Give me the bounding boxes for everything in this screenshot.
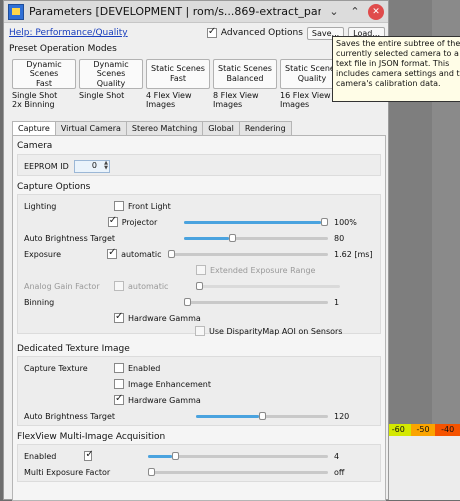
front-light-checkbox[interactable]	[114, 201, 124, 211]
scale-label: -60	[386, 424, 411, 436]
flexview-enabled-checkbox[interactable]	[84, 449, 93, 461]
preset-desc: 8 Flex View Images	[213, 91, 259, 109]
tab-rendering[interactable]: Rendering	[238, 121, 292, 135]
multi-exposure-value: off	[334, 467, 345, 477]
multi-exposure-slider[interactable]	[148, 468, 328, 476]
eeprom-label: EEPROM ID	[24, 161, 69, 171]
texture-auto-brightness-label: Auto Brightness Target	[24, 411, 116, 421]
disparity-aoi-label: Use DisparityMap AOI on Sensors	[209, 326, 343, 336]
advanced-options-checkbox[interactable]	[206, 26, 217, 38]
camera-group: EEPROM ID 0 ▲ ▼	[17, 154, 381, 176]
projector-slider[interactable]	[184, 218, 328, 226]
analog-gain-slider[interactable]	[196, 282, 340, 290]
preset-button[interactable]: Static Scenes Balanced	[213, 59, 277, 89]
flexview-images-value: 4	[334, 451, 340, 461]
texture-auto-brightness-value: 120	[334, 411, 350, 421]
titlebar: Parameters [DEVELOPMENT | rom/s...869-ex…	[4, 1, 388, 23]
preset-desc: 4 Flex View Images	[146, 91, 192, 109]
preset-button[interactable]: Static Scenes Fast	[146, 59, 210, 89]
auto-brightness-value: 80	[334, 233, 345, 243]
binning-value: 1	[334, 297, 340, 307]
scale-label: -50	[410, 424, 436, 436]
image-enhancement-checkbox[interactable]	[114, 379, 124, 389]
background-panel	[386, 436, 460, 500]
top-toolbar: Help: Performance/Quality Advanced Optio…	[9, 26, 385, 40]
exposure-auto-label: automatic	[121, 249, 162, 259]
help-link[interactable]: Help: Performance/Quality	[9, 28, 128, 38]
close-icon[interactable]: ✕	[368, 3, 384, 20]
dedicated-texture-group: Capture Texture Enabled Image Enhancemen…	[17, 356, 381, 426]
save-tooltip: Saves the entire subtree of the currentl…	[332, 36, 460, 102]
section-title: Capture Options	[17, 182, 91, 192]
front-light-label: Front Light	[128, 201, 171, 211]
capture-options-group: Lighting Front Light Projector 100% Auto…	[17, 194, 381, 334]
auto-brightness-label: Auto Brightness Target	[24, 233, 116, 243]
exposure-auto-checkbox[interactable]	[107, 247, 118, 259]
projector-label: Projector	[121, 217, 158, 227]
tab-virtual-camera[interactable]: Virtual Camera	[54, 121, 127, 135]
window-title: Parameters [DEVELOPMENT | rom/s...869-ex…	[29, 5, 321, 18]
texture-hardware-gamma-label: Hardware Gamma	[128, 395, 201, 405]
analog-gain-label: Analog Gain Factor	[24, 281, 100, 291]
exposure-value: 1.62 [ms]	[334, 249, 373, 259]
color-scale-bar: -60 -50 -40	[386, 424, 460, 436]
tab-global[interactable]: Global	[202, 121, 240, 135]
preset-button[interactable]: Dynamic Scenes Fast	[12, 59, 76, 89]
texture-enabled-checkbox[interactable]	[114, 363, 124, 373]
texture-hardware-gamma-checkbox[interactable]	[114, 393, 124, 405]
preset-desc: Single Shot 2x Binning	[12, 91, 58, 109]
scale-label: -40	[435, 424, 460, 436]
section-title: FlexView Multi-Image Acquisition	[17, 432, 166, 442]
eeprom-spinbox[interactable]: 0 ▲ ▼	[74, 159, 110, 173]
flexview-images-slider[interactable]	[148, 452, 328, 460]
analog-gain-auto-checkbox[interactable]	[114, 281, 124, 291]
extended-exposure-label: Extended Exposure Range	[210, 265, 316, 275]
tab-capture[interactable]: Capture	[12, 121, 56, 136]
hardware-gamma-label: Hardware Gamma	[128, 313, 201, 323]
binning-label: Binning	[24, 297, 55, 307]
flexview-group: Enabled 4 Multi Exposure Factor off	[17, 444, 381, 482]
chevron-up-icon[interactable]: ⌃	[347, 4, 363, 20]
preset-button[interactable]: Dynamic Scenes Quality	[79, 59, 143, 89]
projector-value: 100%	[334, 217, 357, 227]
disparity-aoi-checkbox[interactable]	[195, 326, 205, 336]
preset-title: Preset Operation Modes	[9, 44, 117, 54]
capture-panel: Camera EEPROM ID 0 ▲ ▼ Capture Options Lig…	[12, 135, 386, 501]
section-title: Camera	[17, 141, 53, 151]
preset-buttons: Dynamic Scenes Fast Dynamic Scenes Quali…	[12, 59, 347, 89]
tab-bar: Capture Virtual Camera Stereo Matching G…	[12, 121, 292, 136]
multi-exposure-label: Multi Exposure Factor	[24, 467, 111, 477]
tab-stereo-matching[interactable]: Stereo Matching	[125, 121, 204, 135]
exposure-slider[interactable]	[168, 250, 328, 258]
section-title: Dedicated Texture Image	[17, 344, 130, 354]
preset-descriptions: Single Shot 2x Binning Single Shot 4 Fle…	[12, 91, 347, 109]
binning-slider[interactable]	[184, 298, 328, 306]
texture-auto-brightness-slider[interactable]	[196, 412, 328, 420]
extended-exposure-checkbox[interactable]	[196, 265, 206, 275]
texture-enabled-label: Enabled	[128, 363, 161, 373]
auto-brightness-slider[interactable]	[184, 234, 328, 242]
projector-checkbox[interactable]	[107, 215, 118, 227]
advanced-options-label: Advanced Options	[220, 28, 303, 38]
image-enhancement-label: Image Enhancement	[128, 379, 212, 389]
exposure-label: Exposure	[24, 249, 62, 259]
preset-desc: Single Shot	[79, 91, 125, 100]
flexview-enabled-label: Enabled	[24, 451, 57, 461]
app-icon	[8, 3, 24, 20]
lighting-label: Lighting	[24, 201, 57, 211]
hardware-gamma-checkbox[interactable]	[114, 311, 124, 323]
chevron-down-icon[interactable]: ⌄	[326, 4, 342, 20]
analog-gain-auto-label: automatic	[128, 281, 169, 291]
capture-texture-label: Capture Texture	[24, 363, 88, 373]
